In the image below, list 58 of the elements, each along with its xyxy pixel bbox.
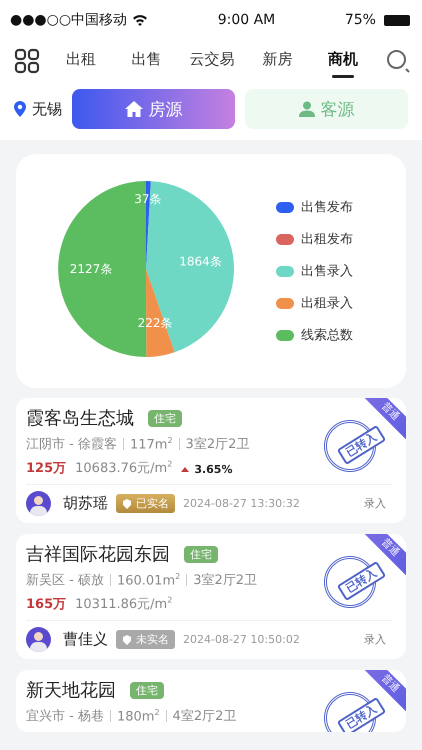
listing-title: 吉祥国际花园东园 — [26, 543, 170, 566]
nav-tab[interactable]: 商机 — [310, 44, 376, 78]
listing-card[interactable]: 新天地花园 住宅 宜兴市 - 杨巷 180m$^{2}$ 4室2厅2卫 已转入 普通 — [16, 670, 406, 732]
battery-percentage: 75% — [344, 12, 376, 28]
battery-icon — [384, 14, 410, 26]
entry-link[interactable]: 录入 — [358, 495, 392, 512]
listing-card[interactable]: 吉祥国际花园东园 住宅 新吴区 - 硕放 160.01m$^{2}$ 3室2厅2卫 165万 10311.86元/m$^{2}$ 曹佳义 未实名 2024-08-27 10:50:02 录入 已转入 普通 — [16, 534, 406, 659]
legend-label: 出租录入 — [301, 295, 353, 312]
house-icon — [124, 101, 142, 117]
agent-name: 曹佳义 — [63, 630, 108, 649]
listing-card[interactable]: 霞客岛生态城 住宅 江阴市 - 徐霞客 117m$^{2}$ 3室2厅2卫 125万 10683.76元/m$^{2}$ 3.65% 胡苏瑶 已实名 2024-08-27 13:30:32 录入 已转入 普通 — [16, 398, 406, 523]
price-text: 165万 — [26, 596, 66, 613]
change-percent: 3.65% — [194, 463, 232, 476]
layout-text: 3室2厅2卫 — [193, 572, 258, 589]
legend-label: 出租发布 — [301, 231, 353, 248]
wifi-icon — [132, 14, 148, 26]
location-text: 新吴区 - 硕放 — [26, 572, 104, 589]
nav-tab[interactable]: 出租 — [48, 44, 114, 78]
nav-tab[interactable]: 云交易 — [179, 44, 245, 78]
legend-label: 出售录入 — [301, 263, 353, 280]
legend-label: 出售发布 — [301, 199, 353, 216]
location-text: 江阴市 - 徐霞客 — [26, 436, 117, 453]
type-tag: 住宅 — [148, 410, 182, 426]
clock-time: 9:00 AM — [218, 12, 276, 28]
type-tag: 住宅 — [184, 546, 218, 562]
avatar[interactable] — [26, 491, 51, 516]
search-icon[interactable] — [386, 49, 410, 73]
timestamp: 2024-08-27 13:30:32 — [183, 497, 301, 510]
nav-tab[interactable]: 新房 — [244, 44, 310, 78]
segment-button[interactable]: 房源 — [72, 89, 235, 129]
city-label[interactable]: 无锡 — [32, 100, 62, 118]
price-text: 125万 — [26, 460, 66, 477]
carrier-label: ●●●○○中国移动 — [10, 11, 128, 29]
slice-label: 2127条 — [70, 262, 112, 276]
avatar[interactable] — [26, 627, 51, 652]
agent-name: 胡苏瑶 — [63, 494, 108, 513]
listing-title: 霞客岛生态城 — [26, 407, 134, 430]
location-pin-icon — [14, 101, 26, 117]
slice-label: 1864条 — [179, 254, 222, 268]
up-triangle-icon — [181, 467, 190, 472]
listing-title: 新天地花园 — [26, 679, 116, 702]
timestamp: 2024-08-27 10:50:02 — [183, 633, 301, 646]
area-text: 160.01m$^{2}$ — [116, 572, 180, 588]
location-text: 宜兴市 - 杨巷 — [26, 708, 104, 725]
unit-price-text: 10683.76元/m$^{2}$ — [75, 459, 172, 477]
layout-text: 3室2厅2卫 — [186, 436, 250, 453]
person-icon — [298, 101, 314, 117]
layout-text: 4室2厅2卫 — [172, 708, 236, 725]
type-tag: 住宅 — [130, 682, 164, 698]
area-text: 117m$^{2}$ — [130, 436, 173, 452]
nav-tab[interactable]: 出售 — [114, 44, 180, 78]
entry-link[interactable]: 录入 — [358, 631, 392, 648]
verification-badge: 未实名 — [116, 630, 175, 649]
unit-price-text: 10311.86元/m$^{2}$ — [75, 595, 172, 613]
verification-badge: 已实名 — [116, 494, 175, 513]
legend-label: 线索总数 — [301, 327, 353, 344]
area-text: 180m$^{2}$ — [116, 708, 160, 724]
grid-menu-icon[interactable] — [14, 48, 40, 74]
